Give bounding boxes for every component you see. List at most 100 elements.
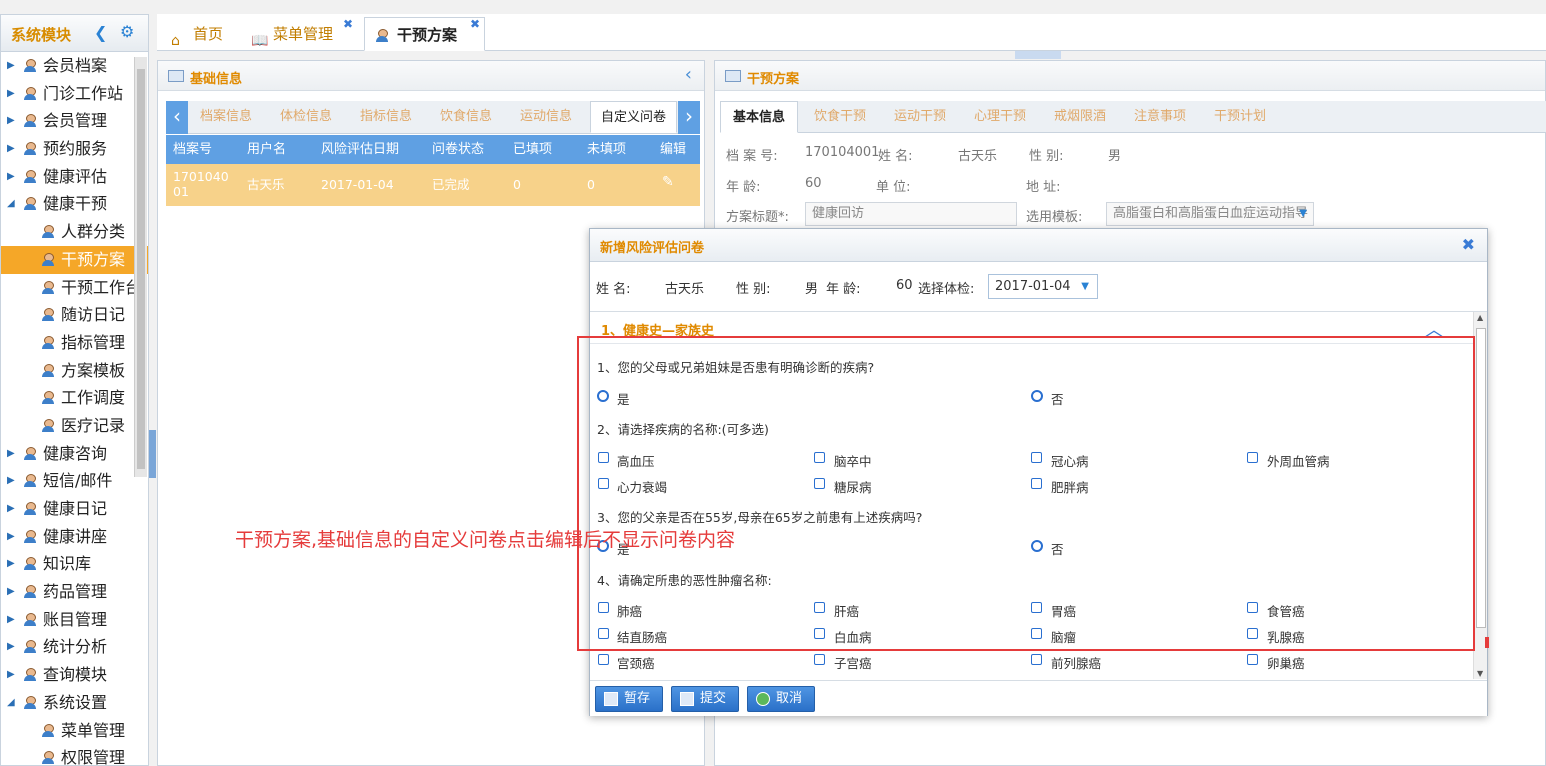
q2-checkbox[interactable]: [1031, 478, 1042, 489]
scroll-right-button[interactable]: ›: [678, 101, 700, 134]
sidebar-item[interactable]: ▶ 账目管理: [1, 606, 148, 634]
close-icon[interactable]: ✖: [343, 17, 353, 31]
sidebar-item[interactable]: 干预方案: [1, 245, 148, 274]
q4-checkbox[interactable]: [598, 602, 609, 613]
q2-checkbox[interactable]: [1031, 452, 1042, 463]
q2-checkbox[interactable]: [814, 452, 825, 463]
expanded-arrow-icon[interactable]: ◢: [7, 190, 15, 217]
scrollbar-thumb[interactable]: [137, 69, 145, 469]
sidebar-item[interactable]: ▶ 统计分析: [1, 633, 148, 661]
collapsed-arrow-icon[interactable]: ▶: [7, 661, 15, 688]
sidebar-item[interactable]: 人群分类: [1, 218, 148, 246]
collapsed-arrow-icon[interactable]: ▶: [7, 633, 15, 660]
sidebar-item[interactable]: ▶ 预约服务: [1, 135, 148, 163]
collapsed-arrow-icon[interactable]: ▶: [7, 495, 15, 522]
edit-icon[interactable]: ✎: [662, 175, 674, 190]
q4-checkbox[interactable]: [814, 628, 825, 639]
scrollbar-thumb[interactable]: [1476, 328, 1486, 628]
collapsed-arrow-icon[interactable]: ▶: [7, 163, 15, 190]
sidebar-item[interactable]: ▶ 查询模块: [1, 661, 148, 689]
collapsed-arrow-icon[interactable]: ▶: [7, 578, 15, 605]
table-row[interactable]: 1701040 01 古天乐 2017-01-04 已完成 0 0 ✎: [166, 164, 700, 206]
gear-icon[interactable]: ⚙: [120, 22, 134, 41]
exam-select[interactable]: 2017-01-04 ▼: [988, 274, 1098, 299]
tab-exercise-intervention[interactable]: 运动干预: [894, 101, 946, 133]
sidebar-item[interactable]: ▶ 健康讲座: [1, 523, 148, 551]
sidebar-item[interactable]: ◢ 健康干预: [1, 190, 148, 218]
close-icon[interactable]: ✖: [470, 17, 480, 31]
tab-home[interactable]: ⌂ 首页: [161, 17, 223, 51]
collapsed-arrow-icon[interactable]: ▶: [7, 440, 15, 467]
sidebar-item[interactable]: 随访日记: [1, 301, 148, 329]
sidebar-item[interactable]: ◢ 系统设置: [1, 689, 148, 717]
q4-checkbox[interactable]: [814, 602, 825, 613]
sidebar-item[interactable]: ▶ 药品管理: [1, 578, 148, 606]
col-header[interactable]: 档案号: [173, 135, 212, 164]
q4-checkbox[interactable]: [1247, 628, 1258, 639]
scroll-down-icon[interactable]: ▼: [1477, 669, 1483, 678]
subtab-exam-info[interactable]: 体检信息: [280, 101, 332, 133]
q4-checkbox[interactable]: [1031, 628, 1042, 639]
sidebar-scrollbar[interactable]: [134, 57, 147, 477]
plan-title-input[interactable]: 健康回访: [805, 202, 1017, 226]
sidebar-item[interactable]: 方案模板: [1, 357, 148, 385]
sidebar-item[interactable]: ▶ 会员管理: [1, 107, 148, 135]
sidebar-item[interactable]: 医疗记录: [1, 412, 148, 440]
sidebar-item[interactable]: 干预工作台: [1, 274, 148, 302]
q1-yes-radio[interactable]: [597, 390, 609, 402]
tab-menu-management[interactable]: 📖 菜单管理: [241, 17, 333, 51]
subtab-exercise-info[interactable]: 运动信息: [520, 101, 572, 133]
collapsed-arrow-icon[interactable]: ▶: [7, 606, 15, 633]
collapsed-arrow-icon[interactable]: ▶: [7, 80, 15, 107]
sidebar-item[interactable]: ▶ 短信/邮件: [1, 467, 148, 495]
panel-drag-handle[interactable]: [1015, 51, 1061, 59]
questionnaire-scrollbar[interactable]: ▲ ▼: [1473, 312, 1487, 679]
tab-psych-intervention[interactable]: 心理干预: [974, 101, 1026, 133]
q4-checkbox[interactable]: [598, 654, 609, 665]
col-header[interactable]: 已填项: [513, 135, 552, 164]
template-select[interactable]: 高脂蛋白和高脂蛋白血症运动指导 ▼: [1106, 202, 1314, 226]
scroll-up-icon[interactable]: ▲: [1477, 313, 1483, 322]
chevron-up-icon[interactable]: ︿: [1425, 316, 1443, 342]
sidebar-item[interactable]: 菜单管理: [1, 717, 148, 745]
subtab-custom-questionnaire[interactable]: 自定义问卷: [590, 101, 678, 133]
collapsed-arrow-icon[interactable]: ▶: [7, 107, 15, 134]
sidebar-resize-handle[interactable]: [149, 430, 156, 478]
collapsed-arrow-icon[interactable]: ▶: [7, 550, 15, 577]
tab-intervention-plan[interactable]: 干预方案: [364, 17, 485, 51]
subtab-diet-info[interactable]: 饮食信息: [440, 101, 492, 133]
collapsed-arrow-icon[interactable]: ▶: [7, 52, 15, 79]
sidebar-item[interactable]: ▶ 健康评估: [1, 163, 148, 191]
subtab-indicator-info[interactable]: 指标信息: [360, 101, 412, 133]
expanded-arrow-icon[interactable]: ◢: [7, 689, 15, 716]
col-header[interactable]: 未填项: [587, 135, 626, 164]
collapse-panel-icon[interactable]: ‹: [685, 64, 692, 85]
collapsed-arrow-icon[interactable]: ▶: [7, 135, 15, 162]
q2-checkbox[interactable]: [814, 478, 825, 489]
save-draft-button[interactable]: 暂存: [595, 686, 663, 712]
close-icon[interactable]: ✖: [1462, 235, 1475, 254]
sidebar-item[interactable]: 指标管理: [1, 329, 148, 357]
col-header[interactable]: 编辑: [660, 135, 686, 164]
q2-checkbox[interactable]: [598, 452, 609, 463]
collapsed-arrow-icon[interactable]: ▶: [7, 523, 15, 550]
tab-intervention-plan[interactable]: 干预计划: [1214, 101, 1266, 133]
collapse-sidebar-icon[interactable]: ❮: [94, 23, 107, 42]
sidebar-item[interactable]: 工作调度: [1, 384, 148, 412]
q4-checkbox[interactable]: [1247, 602, 1258, 613]
sidebar-item[interactable]: ▶ 健康日记: [1, 495, 148, 523]
sidebar-item[interactable]: 权限管理: [1, 744, 148, 765]
sidebar-item[interactable]: ▶ 门诊工作站: [1, 80, 148, 108]
tab-notes[interactable]: 注意事项: [1134, 101, 1186, 133]
tab-diet-intervention[interactable]: 饮食干预: [814, 101, 866, 133]
q4-checkbox[interactable]: [598, 628, 609, 639]
q2-checkbox[interactable]: [598, 478, 609, 489]
tab-smoking-alcohol[interactable]: 戒烟限酒: [1054, 101, 1106, 133]
q3-no-radio[interactable]: [1031, 540, 1043, 552]
col-header[interactable]: 风险评估日期: [321, 135, 399, 164]
collapsed-arrow-icon[interactable]: ▶: [7, 467, 15, 494]
q4-checkbox[interactable]: [814, 654, 825, 665]
q4-checkbox[interactable]: [1031, 602, 1042, 613]
tab-basic-info[interactable]: 基本信息: [720, 101, 799, 133]
cancel-button[interactable]: 取消: [747, 686, 815, 712]
